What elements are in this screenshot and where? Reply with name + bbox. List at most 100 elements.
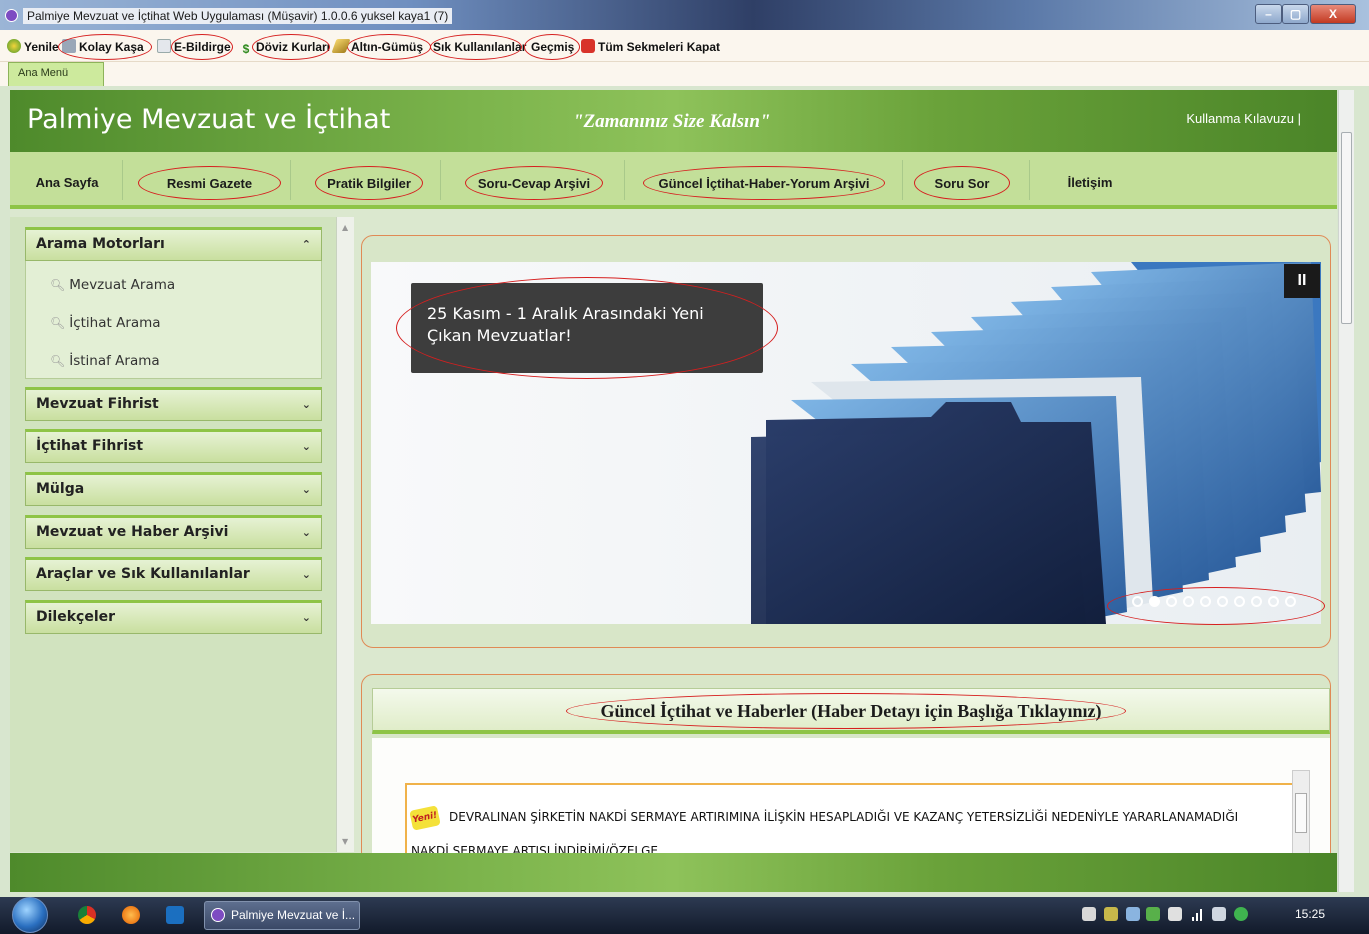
slider-dot[interactable] (1132, 596, 1143, 607)
nav-divider (1029, 160, 1030, 200)
slider-dot[interactable] (1251, 596, 1262, 607)
highlight-ring (430, 34, 522, 60)
highlight-ring (566, 693, 1126, 729)
news-heading[interactable]: Güncel İçtihat ve Haberler (Haber Detayı… (372, 688, 1330, 734)
e-bildirge-button[interactable]: E-Bildirge (157, 34, 233, 60)
nav-divider (902, 160, 903, 200)
slider-dot[interactable] (1200, 596, 1211, 607)
sidebar-item-ictihat-arama[interactable]: 🔍︎ İçtihat Arama (50, 315, 161, 331)
power-icon (581, 39, 595, 53)
search-icon: 🔍︎ (50, 354, 66, 368)
refresh-icon (7, 39, 21, 53)
dollar-icon: $ (242, 42, 250, 56)
close-button[interactable]: X (1310, 4, 1356, 24)
search-icon: 🔍︎ (50, 278, 66, 292)
nav-soru-cevap[interactable]: Soru-Cevap Arşivi (465, 166, 603, 200)
scroll-up-icon[interactable]: ▲ (342, 223, 348, 232)
highlight-ring (524, 34, 580, 60)
security-shield-icon[interactable] (1234, 907, 1248, 921)
user-guide-link[interactable]: Kullanma Kılavuzu | (1186, 111, 1301, 126)
highlight-ring (396, 277, 778, 379)
scroll-thumb[interactable] (1295, 793, 1307, 833)
nav-iletisim[interactable]: İletişim (1050, 166, 1130, 200)
slider-dot-active[interactable] (1149, 596, 1160, 607)
accordion-dilekceler[interactable]: Dilekçeler ⌄ (25, 600, 322, 634)
scroll-down-icon[interactable]: ▼ (342, 837, 348, 846)
site-footer (10, 853, 1337, 892)
chevron-down-icon: ⌄ (301, 440, 311, 453)
tray-lock-icon[interactable] (1082, 907, 1096, 921)
gecmis-button[interactable]: Geçmiş (524, 34, 580, 60)
brand-title: Palmiye Mevzuat ve İçtihat (27, 104, 391, 135)
tab-strip: Ana Menü (0, 62, 1369, 86)
highlight-ring (58, 34, 152, 60)
chevron-down-icon: ⌄ (301, 611, 311, 624)
nav-resmi-gazete[interactable]: Resmi Gazete (138, 166, 281, 200)
minimize-button[interactable]: – (1255, 4, 1282, 24)
chevron-down-icon: ⌄ (301, 483, 311, 496)
chrome-icon[interactable] (78, 906, 96, 924)
site-header: Palmiye Mevzuat ve İçtihat "Zamanınız Si… (10, 90, 1337, 152)
nav-pratik-bilgiler[interactable]: Pratik Bilgiler (315, 166, 423, 200)
tab-ana-menu[interactable]: Ana Menü (8, 62, 104, 86)
sidebar-item-mevzuat-arama[interactable]: 🔍︎ Mevzuat Arama (50, 277, 175, 293)
slogan: "Zamanınız Size Kalsın" (573, 111, 771, 132)
slider-dot[interactable] (1285, 596, 1296, 607)
speaker-icon[interactable] (1212, 907, 1226, 921)
new-badge-icon: Yeni! (409, 804, 441, 831)
slide-caption[interactable]: 25 Kasım - 1 Aralık Arasındaki Yeni Çıka… (396, 277, 778, 379)
accordion-araclar[interactable]: Araçlar ve Sık Kullanılanlar ⌄ (25, 557, 322, 591)
tray-app-icon[interactable] (1146, 907, 1160, 921)
accordion-mevzuat-fihrist[interactable]: Mevzuat Fihrist ⌄ (25, 387, 322, 421)
page-scrollbar[interactable] (1338, 90, 1354, 892)
os-taskbar: Palmiye Mevzuat ve İ... 15:25 (0, 897, 1369, 934)
highlight-ring (347, 34, 431, 60)
nav-home[interactable]: Ana Sayfa (22, 166, 112, 200)
tray-plant-icon[interactable] (1104, 907, 1118, 921)
scroll-thumb[interactable] (1341, 132, 1352, 324)
tray-device-icon[interactable] (1168, 907, 1182, 921)
app-toolbar: Yenile Kolay Kaşa E-Bildirge $ Döviz Kurl… (0, 30, 1369, 62)
signal-icon[interactable] (1190, 907, 1204, 921)
outlook-icon[interactable] (166, 906, 184, 924)
kolay-kasa-button[interactable]: Kolay Kaşa (58, 34, 152, 60)
slider-dot[interactable] (1217, 596, 1228, 607)
app-logo-icon (5, 9, 18, 22)
window-title: Palmiye Mevzuat ve İçtihat Web Uygulamas… (23, 8, 453, 24)
accordion-ictihat-fihrist[interactable]: İçtihat Fihrist ⌄ (25, 429, 322, 463)
altin-gumus-button[interactable]: Altın-Gümüş (331, 34, 431, 60)
slider-dot[interactable] (1183, 596, 1194, 607)
taskbar-app-palmiye[interactable]: Palmiye Mevzuat ve İ... (204, 901, 360, 930)
highlight-ring (171, 34, 233, 60)
chevron-up-icon: ⌃ (301, 238, 311, 251)
clock: 15:25 (1295, 907, 1326, 921)
sidebar-scrollbar[interactable]: ▲ ▼ (336, 217, 354, 852)
highlight-ring (252, 34, 330, 60)
slider-pause-button[interactable]: II (1284, 264, 1320, 298)
accordion-mulga[interactable]: Mülga ⌄ (25, 472, 322, 506)
sidebar-item-istinaf-arama[interactable]: 🔍︎ İstinaf Arama (50, 353, 160, 369)
chevron-down-icon: ⌄ (301, 526, 311, 539)
sik-kullanilanlar-button[interactable]: Sık Kullanılanlar (430, 34, 526, 60)
start-button[interactable] (12, 897, 48, 933)
refresh-button[interactable]: Yenile (7, 37, 59, 57)
slider-dot[interactable] (1166, 596, 1177, 607)
main-nav: Ana Sayfa Resmi Gazete Pratik Bilgiler S… (10, 152, 1337, 209)
nav-divider (440, 160, 441, 200)
chevron-down-icon: ⌄ (301, 398, 311, 411)
maximize-button[interactable]: ▢ (1282, 4, 1309, 24)
doviz-kurlari-button[interactable]: $ Döviz Kurları (239, 34, 330, 60)
tray-network-tool-icon[interactable] (1126, 907, 1140, 921)
firefox-icon[interactable] (122, 906, 140, 924)
nav-divider (290, 160, 291, 200)
slider-dot[interactable] (1268, 596, 1279, 607)
chevron-down-icon: ⌄ (301, 568, 311, 581)
accordion-arama-motorlari[interactable]: Arama Motorları ⌃ (25, 227, 322, 261)
nav-guncel-arsiv[interactable]: Güncel İçtihat-Haber-Yorum Arşivi (643, 166, 885, 200)
close-all-tabs-button[interactable]: Tüm Sekmeleri Kapat (581, 37, 720, 57)
news-scrollbar[interactable] (1292, 770, 1310, 860)
nav-divider (624, 160, 625, 200)
accordion-mevzuat-haber-arsivi[interactable]: Mevzuat ve Haber Arşivi ⌄ (25, 515, 322, 549)
slider-dot[interactable] (1234, 596, 1245, 607)
nav-soru-sor[interactable]: Soru Sor (914, 166, 1010, 200)
